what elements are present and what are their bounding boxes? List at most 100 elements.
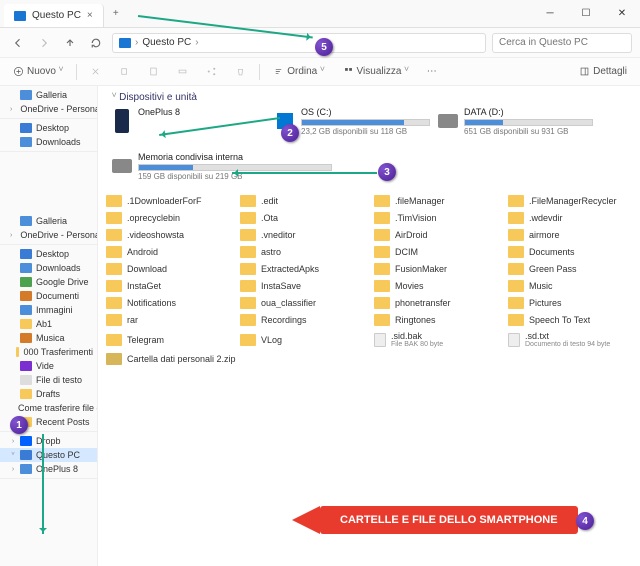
device-item[interactable]: Memoria condivisa interna159 GB disponib…	[112, 152, 332, 181]
close-window-button[interactable]: ✕	[604, 0, 640, 27]
forward-button[interactable]	[34, 33, 54, 53]
search-input[interactable]	[492, 33, 632, 53]
sidebar-item-label: 000 Trasferimenti	[23, 347, 93, 357]
back-button[interactable]	[8, 33, 28, 53]
file-item[interactable]: .sd.txtDocumento di testo 94 byte	[508, 331, 632, 348]
folder-item[interactable]: airmore	[508, 229, 632, 241]
minimize-button[interactable]: ─	[532, 0, 568, 27]
share-button[interactable]	[201, 64, 222, 79]
folder-label: Documents	[529, 247, 575, 257]
folder-item[interactable]: AirDroid	[374, 229, 498, 241]
bubble-3: 3	[378, 163, 396, 181]
toolbar: Nuovoⱽ Ordinaⱽ Visualizzaⱽ ⋯ Dettagli	[0, 58, 640, 86]
title-bar: Questo PC × + ─ ☐ ✕	[0, 0, 640, 28]
view-button[interactable]: Visualizzaⱽ	[338, 64, 414, 79]
folder-item[interactable]: VLog	[240, 331, 364, 348]
folder-item[interactable]: .edit	[240, 195, 364, 207]
folder-item[interactable]: InstaSave	[240, 280, 364, 292]
sidebar-item-label: Desktop	[36, 123, 69, 133]
file-item[interactable]: Cartella dati personali 2.zip	[106, 353, 632, 365]
pc-icon	[14, 11, 26, 21]
folder-item[interactable]: Documents	[508, 246, 632, 258]
sidebar-item[interactable]: Downloads	[0, 135, 97, 149]
folder-item[interactable]: astro	[240, 246, 364, 258]
details-pane-button[interactable]: Dettagli	[574, 64, 632, 79]
sidebar-item[interactable]: Desktop	[0, 121, 97, 135]
rename-button[interactable]	[172, 64, 193, 79]
sidebar-item[interactable]: ›OneDrive - Personal	[0, 102, 97, 116]
folder-item[interactable]: .wdevdir	[508, 212, 632, 224]
sidebar-item[interactable]: Immagini	[0, 303, 97, 317]
folder-item[interactable]: Green Pass	[508, 263, 632, 275]
folder-item[interactable]: Speech To Text	[508, 314, 632, 326]
sidebar-item[interactable]: Google Drive	[0, 275, 97, 289]
sidebar-item[interactable]: Vide	[0, 359, 97, 373]
folder-item[interactable]: Android	[106, 246, 230, 258]
sidebar-item[interactable]: ›OneDrive - Personal	[0, 228, 97, 242]
folder-item[interactable]: phonetransfer	[374, 297, 498, 309]
folder-item[interactable]: .oprecyclebin	[106, 212, 230, 224]
folder-item[interactable]: .videoshowsta	[106, 229, 230, 241]
folder-item[interactable]: Recordings	[240, 314, 364, 326]
folder-item[interactable]: rar	[106, 314, 230, 326]
breadcrumb-segment[interactable]: Questo PC	[142, 37, 191, 48]
window-tab[interactable]: Questo PC ×	[4, 4, 104, 27]
main-area: Galleria›OneDrive - Personal DesktopDown…	[0, 86, 640, 566]
copy-button[interactable]	[114, 64, 135, 79]
up-button[interactable]	[60, 33, 80, 53]
sidebar-item[interactable]: Desktop	[0, 247, 97, 261]
file-item[interactable]: .sid.bakFile BAK 80 byte	[374, 331, 498, 348]
folder-item[interactable]: Movies	[374, 280, 498, 292]
sidebar-item[interactable]: Galleria	[0, 214, 97, 228]
sidebar-item[interactable]: ⱽQuesto PC	[0, 448, 97, 462]
folder-label: Movies	[395, 281, 424, 291]
more-button[interactable]: ⋯	[422, 64, 442, 79]
sort-button[interactable]: Ordinaⱽ	[268, 64, 329, 79]
section-header[interactable]: ⱽ Dispositivi e unità	[106, 90, 632, 107]
folder-item[interactable]: DCIM	[374, 246, 498, 258]
folder-item[interactable]: .fileManager	[374, 195, 498, 207]
delete-button[interactable]	[230, 64, 251, 79]
new-button[interactable]: Nuovoⱽ	[8, 64, 68, 79]
tab-close-icon[interactable]: ×	[87, 10, 93, 21]
folder-icon	[20, 361, 32, 371]
device-item[interactable]: DATA (D:)651 GB disponibili su 931 GB	[438, 107, 593, 136]
new-tab-button[interactable]: +	[104, 0, 128, 27]
sidebar-item[interactable]: Downloads	[0, 261, 97, 275]
folder-item[interactable]: .vneditor	[240, 229, 364, 241]
paste-button[interactable]	[143, 64, 164, 79]
folder-item[interactable]: Ringtones	[374, 314, 498, 326]
folder-item[interactable]: .Ota	[240, 212, 364, 224]
folder-item[interactable]: .TimVision	[374, 212, 498, 224]
folder-item[interactable]: Pictures	[508, 297, 632, 309]
sidebar-item[interactable]: Ab1	[0, 317, 97, 331]
folder-item[interactable]: ExtractedApks	[240, 263, 364, 275]
sidebar-item[interactable]: File di testo	[0, 373, 97, 387]
sidebar-item[interactable]: Musica	[0, 331, 97, 345]
cut-button[interactable]	[85, 64, 106, 79]
sidebar-item[interactable]: Galleria	[0, 88, 97, 102]
sidebar-item-label: Recent Posts	[36, 417, 90, 427]
folder-item[interactable]: Download	[106, 263, 230, 275]
folder-item[interactable]: Notifications	[106, 297, 230, 309]
maximize-button[interactable]: ☐	[568, 0, 604, 27]
folder-item[interactable]: oua_classifier	[240, 297, 364, 309]
folder-item[interactable]: .FileManagerRecycler	[508, 195, 632, 207]
folder-item[interactable]: InstaGet	[106, 280, 230, 292]
refresh-button[interactable]	[86, 33, 106, 53]
sidebar-item[interactable]: Drafts	[0, 387, 97, 401]
folder-icon	[508, 280, 524, 292]
sidebar-item[interactable]: Come trasferire file d	[0, 401, 97, 415]
sidebar-item[interactable]: ›OnePlus 8	[0, 462, 97, 476]
folder-item[interactable]: FusionMaker	[374, 263, 498, 275]
folder-item[interactable]: Music	[508, 280, 632, 292]
folder-item[interactable]: .1DownloaderForF	[106, 195, 230, 207]
sidebar-item[interactable]: Documenti	[0, 289, 97, 303]
sidebar[interactable]: Galleria›OneDrive - Personal DesktopDown…	[0, 86, 98, 566]
sidebar-item[interactable]: ›Dropb	[0, 434, 97, 448]
sidebar-item[interactable]: 000 Trasferimenti	[0, 345, 97, 359]
folder-label: Ringtones	[395, 315, 436, 325]
content-pane[interactable]: ⱽ Dispositivi e unità OnePlus 8OS (C:)23…	[98, 86, 640, 566]
folder-icon	[106, 280, 122, 292]
folder-item[interactable]: Telegram	[106, 331, 230, 348]
